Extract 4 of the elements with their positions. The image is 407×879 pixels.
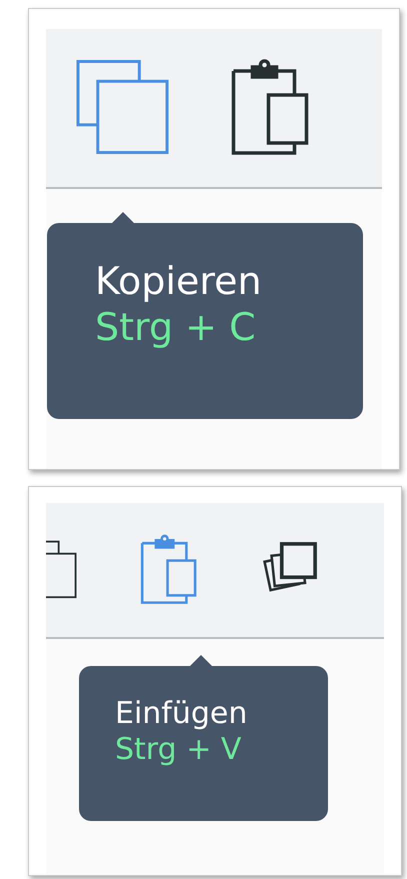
- keyboard-shortcut: Strg + C: [95, 304, 257, 350]
- tooltip-label: Kopieren: [95, 259, 263, 305]
- keyboard-shortcut: Strg + V: [115, 732, 242, 768]
- tooltip-label: Einfügen: [115, 696, 248, 732]
